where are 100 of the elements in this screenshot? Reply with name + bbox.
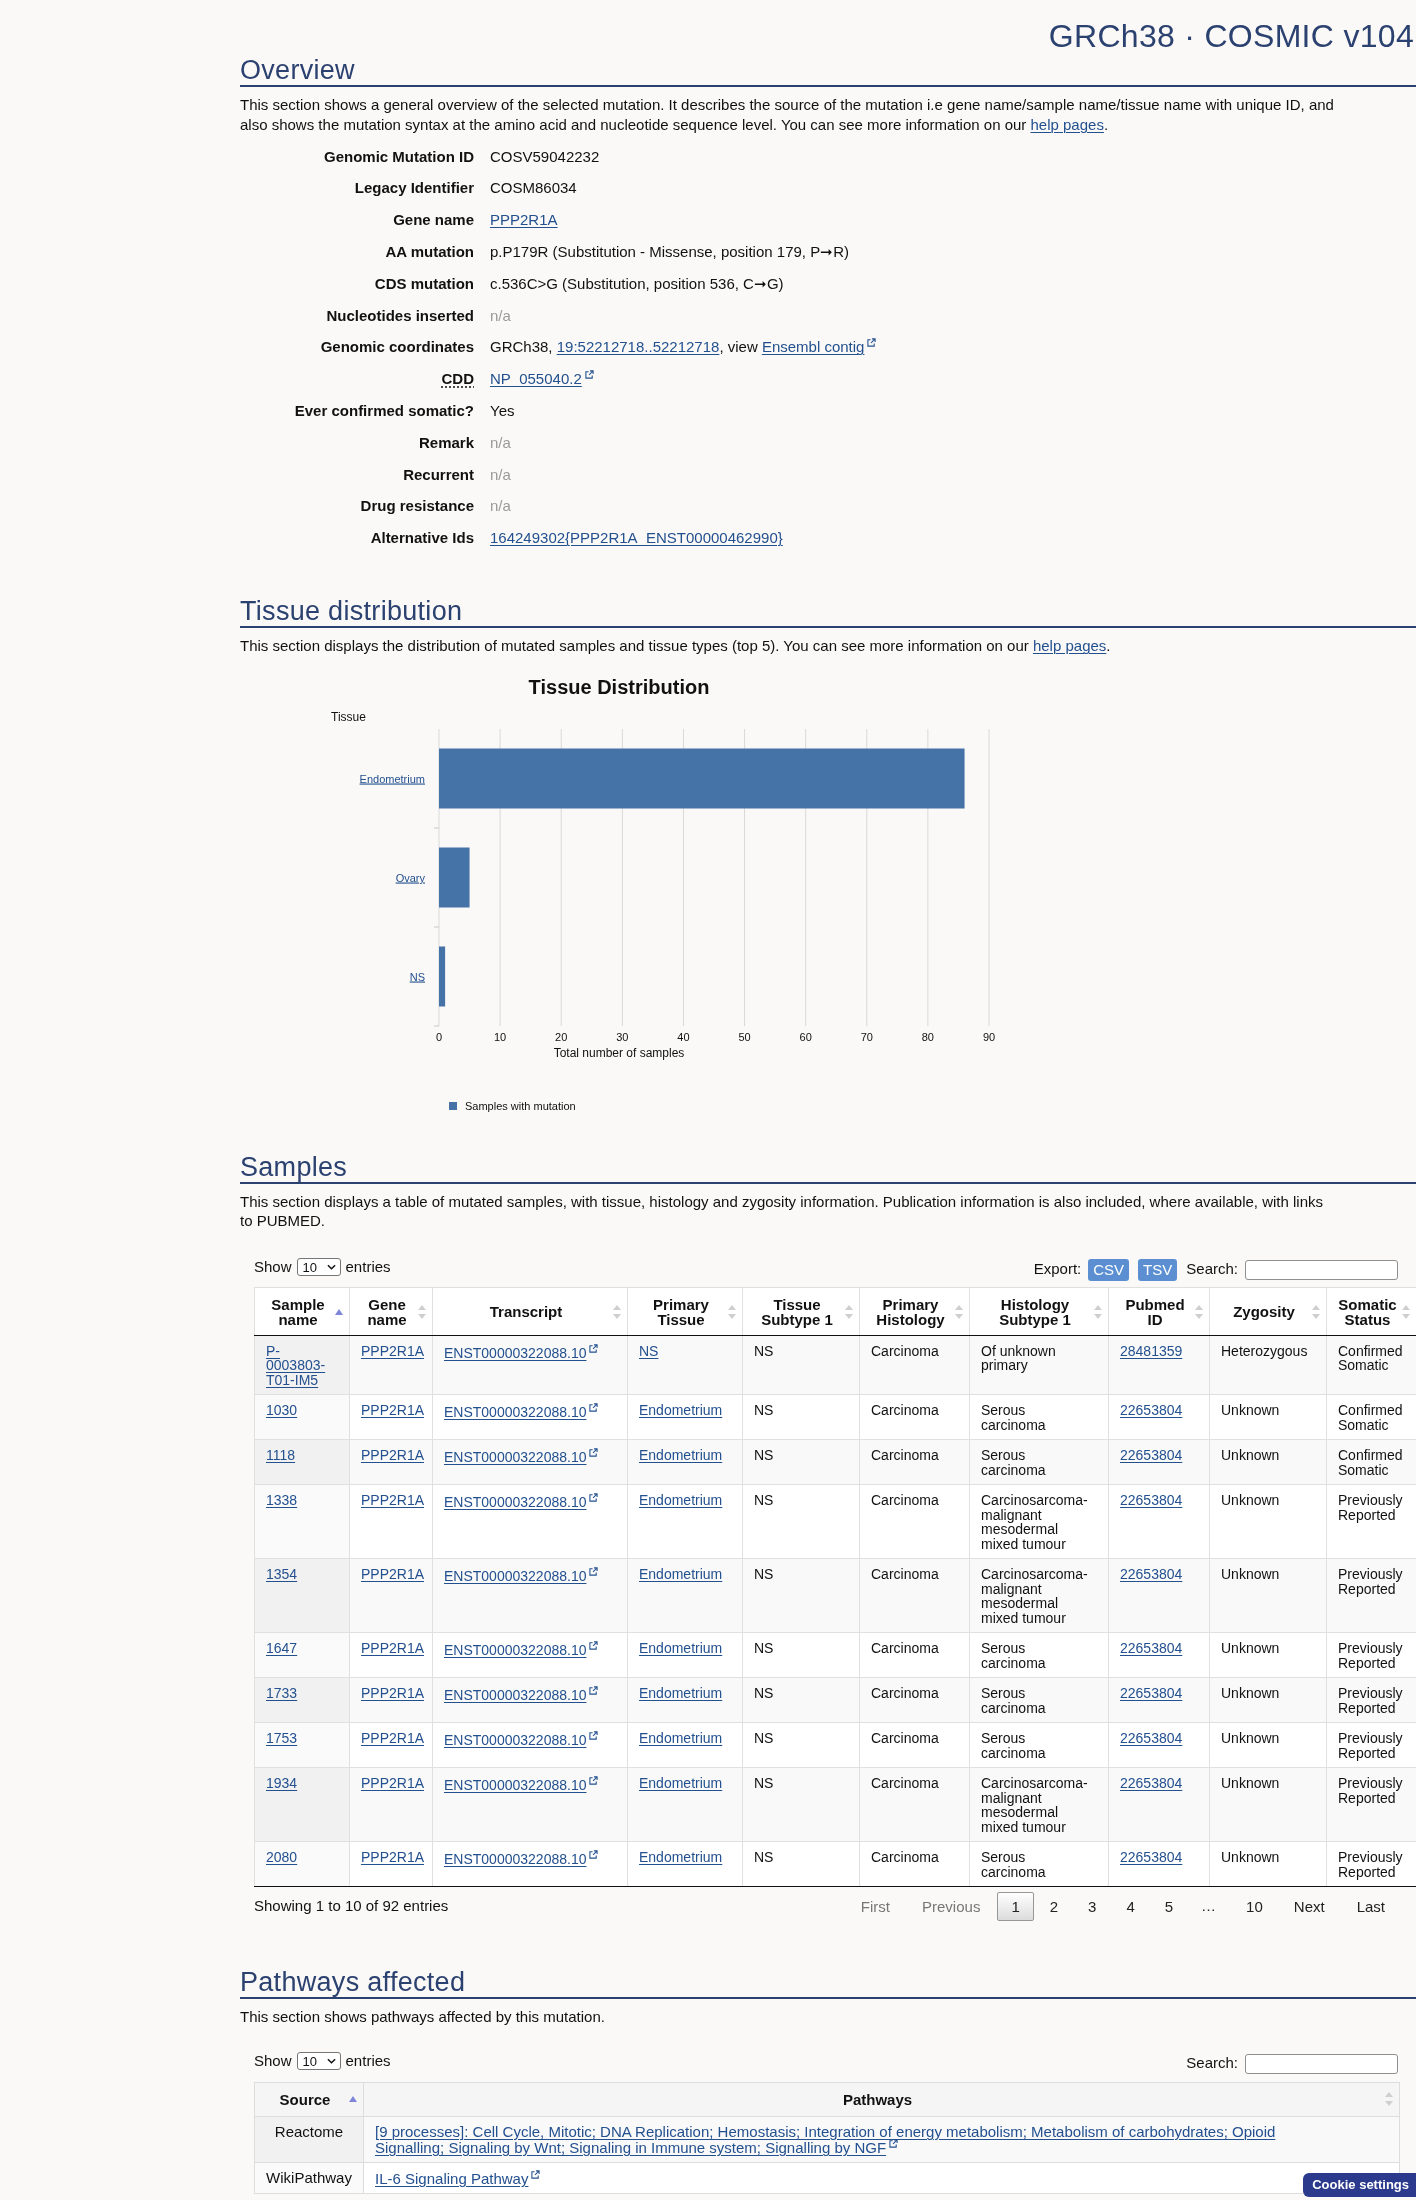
help-link[interactable]: help pages — [1030, 115, 1104, 133]
external-link-icon — [589, 1850, 599, 1860]
category-link[interactable]: NS — [409, 970, 425, 983]
pubmed-link[interactable]: 22653804 — [1120, 1685, 1183, 1702]
sample-link[interactable]: P-0003803-T01-IM5 — [266, 1343, 332, 1388]
pubmed-link[interactable]: 22653804 — [1120, 1402, 1183, 1419]
page-button[interactable]: 5 — [1150, 1891, 1188, 1921]
sample-link[interactable]: 1934 — [266, 1776, 298, 1791]
table-cell: Carcinoma — [859, 1722, 970, 1768]
transcript-link[interactable]: ENST00000322088.10 — [444, 1568, 599, 1585]
gene-link[interactable]: PPP2R1A — [361, 1640, 425, 1657]
gene-link[interactable]: PPP2R1A — [361, 1447, 425, 1464]
sample-link[interactable]: 1354 — [266, 1567, 298, 1582]
gene-link[interactable]: PPP2R1A — [361, 1730, 425, 1747]
value-link[interactable]: 19:52212718..52212718 — [556, 338, 720, 356]
page-button[interactable]: 1 — [997, 1891, 1034, 1921]
column-header[interactable]: Gene name — [349, 1287, 433, 1336]
pubmed-link[interactable]: 28481359 — [1120, 1342, 1183, 1359]
transcript-link[interactable]: ENST00000322088.10 — [444, 1404, 599, 1421]
table-cell: Unknown — [1209, 1558, 1327, 1633]
tissue-link[interactable]: Endometrium — [639, 1730, 723, 1747]
field-value: p.P179R (Substitution - Missense, position 179, P➞R) — [490, 242, 849, 263]
page-button[interactable]: 4 — [1112, 1891, 1149, 1921]
gene-link[interactable]: PPP2R1A — [361, 1685, 425, 1702]
table-cell: NS — [742, 1841, 860, 1887]
tissue-link[interactable]: Endometrium — [639, 1492, 723, 1509]
page-button[interactable]: 10 — [1232, 1891, 1277, 1921]
section-description: This section shows pathways affected by this mutation. — [240, 2007, 606, 2027]
pathway-link[interactable]: IL-6 Signaling Pathway — [375, 2169, 541, 2186]
pubmed-link[interactable]: 22653804 — [1120, 1849, 1183, 1866]
tissue-link[interactable]: Endometrium — [639, 1685, 723, 1702]
page-button[interactable]: 3 — [1074, 1891, 1111, 1921]
pubmed-link[interactable]: 22653804 — [1120, 1640, 1183, 1657]
tissue-link[interactable]: Endometrium — [639, 1775, 723, 1792]
column-header[interactable]: Primary Tissue — [627, 1287, 743, 1336]
column-header[interactable]: Zygosity — [1209, 1287, 1327, 1336]
tissue-link[interactable]: Endometrium — [639, 1640, 723, 1657]
value-link[interactable]: PPP2R1A — [490, 211, 558, 229]
category-link[interactable]: Ovary — [395, 871, 425, 884]
cookie-settings-button[interactable]: Cookie settings — [1303, 2173, 1416, 2197]
transcript-link[interactable]: ENST00000322088.10 — [444, 1449, 599, 1466]
column-header[interactable]: Source — [254, 2082, 364, 2117]
field-label: CDD — [441, 369, 474, 390]
tissue-link[interactable]: Endometrium — [639, 1566, 723, 1583]
column-header[interactable]: Histology Subtype 1 — [969, 1287, 1109, 1336]
table-cell: Serous carcinoma — [969, 1632, 1109, 1678]
tissue-link[interactable]: Endometrium — [639, 1447, 723, 1464]
transcript-link[interactable]: ENST00000322088.10 — [444, 1642, 599, 1659]
pagination-link[interactable]: Next — [1278, 1891, 1340, 1921]
pubmed-link[interactable]: 22653804 — [1120, 1730, 1183, 1747]
axis-title: Total number of samples — [553, 1045, 685, 1060]
tissue-link[interactable]: Endometrium — [639, 1402, 723, 1419]
tissue-link[interactable]: Endometrium — [639, 1849, 723, 1866]
external-link[interactable]: Ensembl contig — [761, 338, 877, 356]
gene-link[interactable]: PPP2R1A — [361, 1492, 425, 1509]
pubmed-link[interactable]: 22653804 — [1120, 1447, 1183, 1464]
column-header[interactable]: Primary Histology — [859, 1287, 970, 1336]
gene-link[interactable]: PPP2R1A — [361, 1402, 425, 1419]
column-header[interactable]: Transcript — [432, 1287, 628, 1336]
gene-link[interactable]: PPP2R1A — [361, 1849, 425, 1866]
sample-link[interactable]: 1030 — [266, 1403, 298, 1418]
gene-link[interactable]: PPP2R1A — [361, 1775, 425, 1792]
column-header[interactable]: Somatic Status — [1326, 1287, 1416, 1336]
sample-link[interactable]: 1647 — [266, 1641, 298, 1656]
search-field[interactable] — [1245, 2053, 1398, 2074]
sample-link[interactable]: 1733 — [266, 1686, 298, 1701]
gene-link[interactable]: PPP2R1A — [361, 1566, 425, 1583]
column-header[interactable]: Sample name — [254, 1287, 350, 1336]
pubmed-link[interactable]: 22653804 — [1120, 1492, 1183, 1509]
column-header[interactable]: Tissue Subtype 1 — [742, 1287, 860, 1336]
search-field[interactable] — [1245, 1259, 1398, 1280]
sample-link[interactable]: 2080 — [266, 1850, 298, 1865]
tissue-link[interactable]: NS — [639, 1342, 659, 1359]
external-link-icon — [531, 2169, 541, 2179]
pathway-link[interactable]: [9 processes]: Cell Cycle, Mitotic; DNA Replication; Hemostasis; Integration of energy metabolism; Metabolism of carbohydrates; Opioid Signalling; Signaling by Wnt; Signaling in Immune system; Signalling by NGF — [375, 2123, 1315, 2155]
pagination-link[interactable]: Last — [1341, 1891, 1400, 1921]
transcript-link[interactable]: ENST00000322088.10 — [444, 1344, 599, 1361]
transcript-link[interactable]: ENST00000322088.10 — [444, 1687, 599, 1704]
pubmed-link[interactable]: 22653804 — [1120, 1775, 1183, 1792]
transcript-link[interactable]: ENST00000322088.10 — [444, 1494, 599, 1511]
transcript-link[interactable]: ENST00000322088.10 — [444, 1851, 599, 1868]
column-header[interactable]: Pathways — [363, 2082, 1400, 2117]
entries-select[interactable]: 10 — [296, 1258, 341, 1277]
external-link[interactable]: NP_055040.2 — [490, 370, 594, 388]
sample-link[interactable]: 1338 — [266, 1493, 298, 1508]
sample-link[interactable]: 1118 — [266, 1448, 296, 1463]
value-link[interactable]: 164249302{PPP2R1A_ENST00000462990} — [490, 529, 783, 547]
page-button[interactable]: 2 — [1035, 1891, 1073, 1921]
table-cell: NS — [742, 1722, 860, 1768]
column-header[interactable]: Pubmed ID — [1108, 1287, 1210, 1336]
table-cell: Carcinoma — [859, 1841, 970, 1887]
pubmed-link[interactable]: 22653804 — [1120, 1566, 1183, 1583]
entries-select[interactable]: 10 — [296, 2052, 341, 2071]
transcript-link[interactable]: ENST00000322088.10 — [444, 1777, 599, 1794]
transcript-link[interactable]: ENST00000322088.10 — [444, 1732, 599, 1749]
tick-label: 80 — [921, 1030, 934, 1043]
gene-link[interactable]: PPP2R1A — [361, 1342, 425, 1359]
table-cell: Serous carcinoma — [969, 1841, 1109, 1887]
category-link[interactable]: Endometrium — [359, 772, 425, 785]
sample-link[interactable]: 1753 — [266, 1731, 298, 1746]
